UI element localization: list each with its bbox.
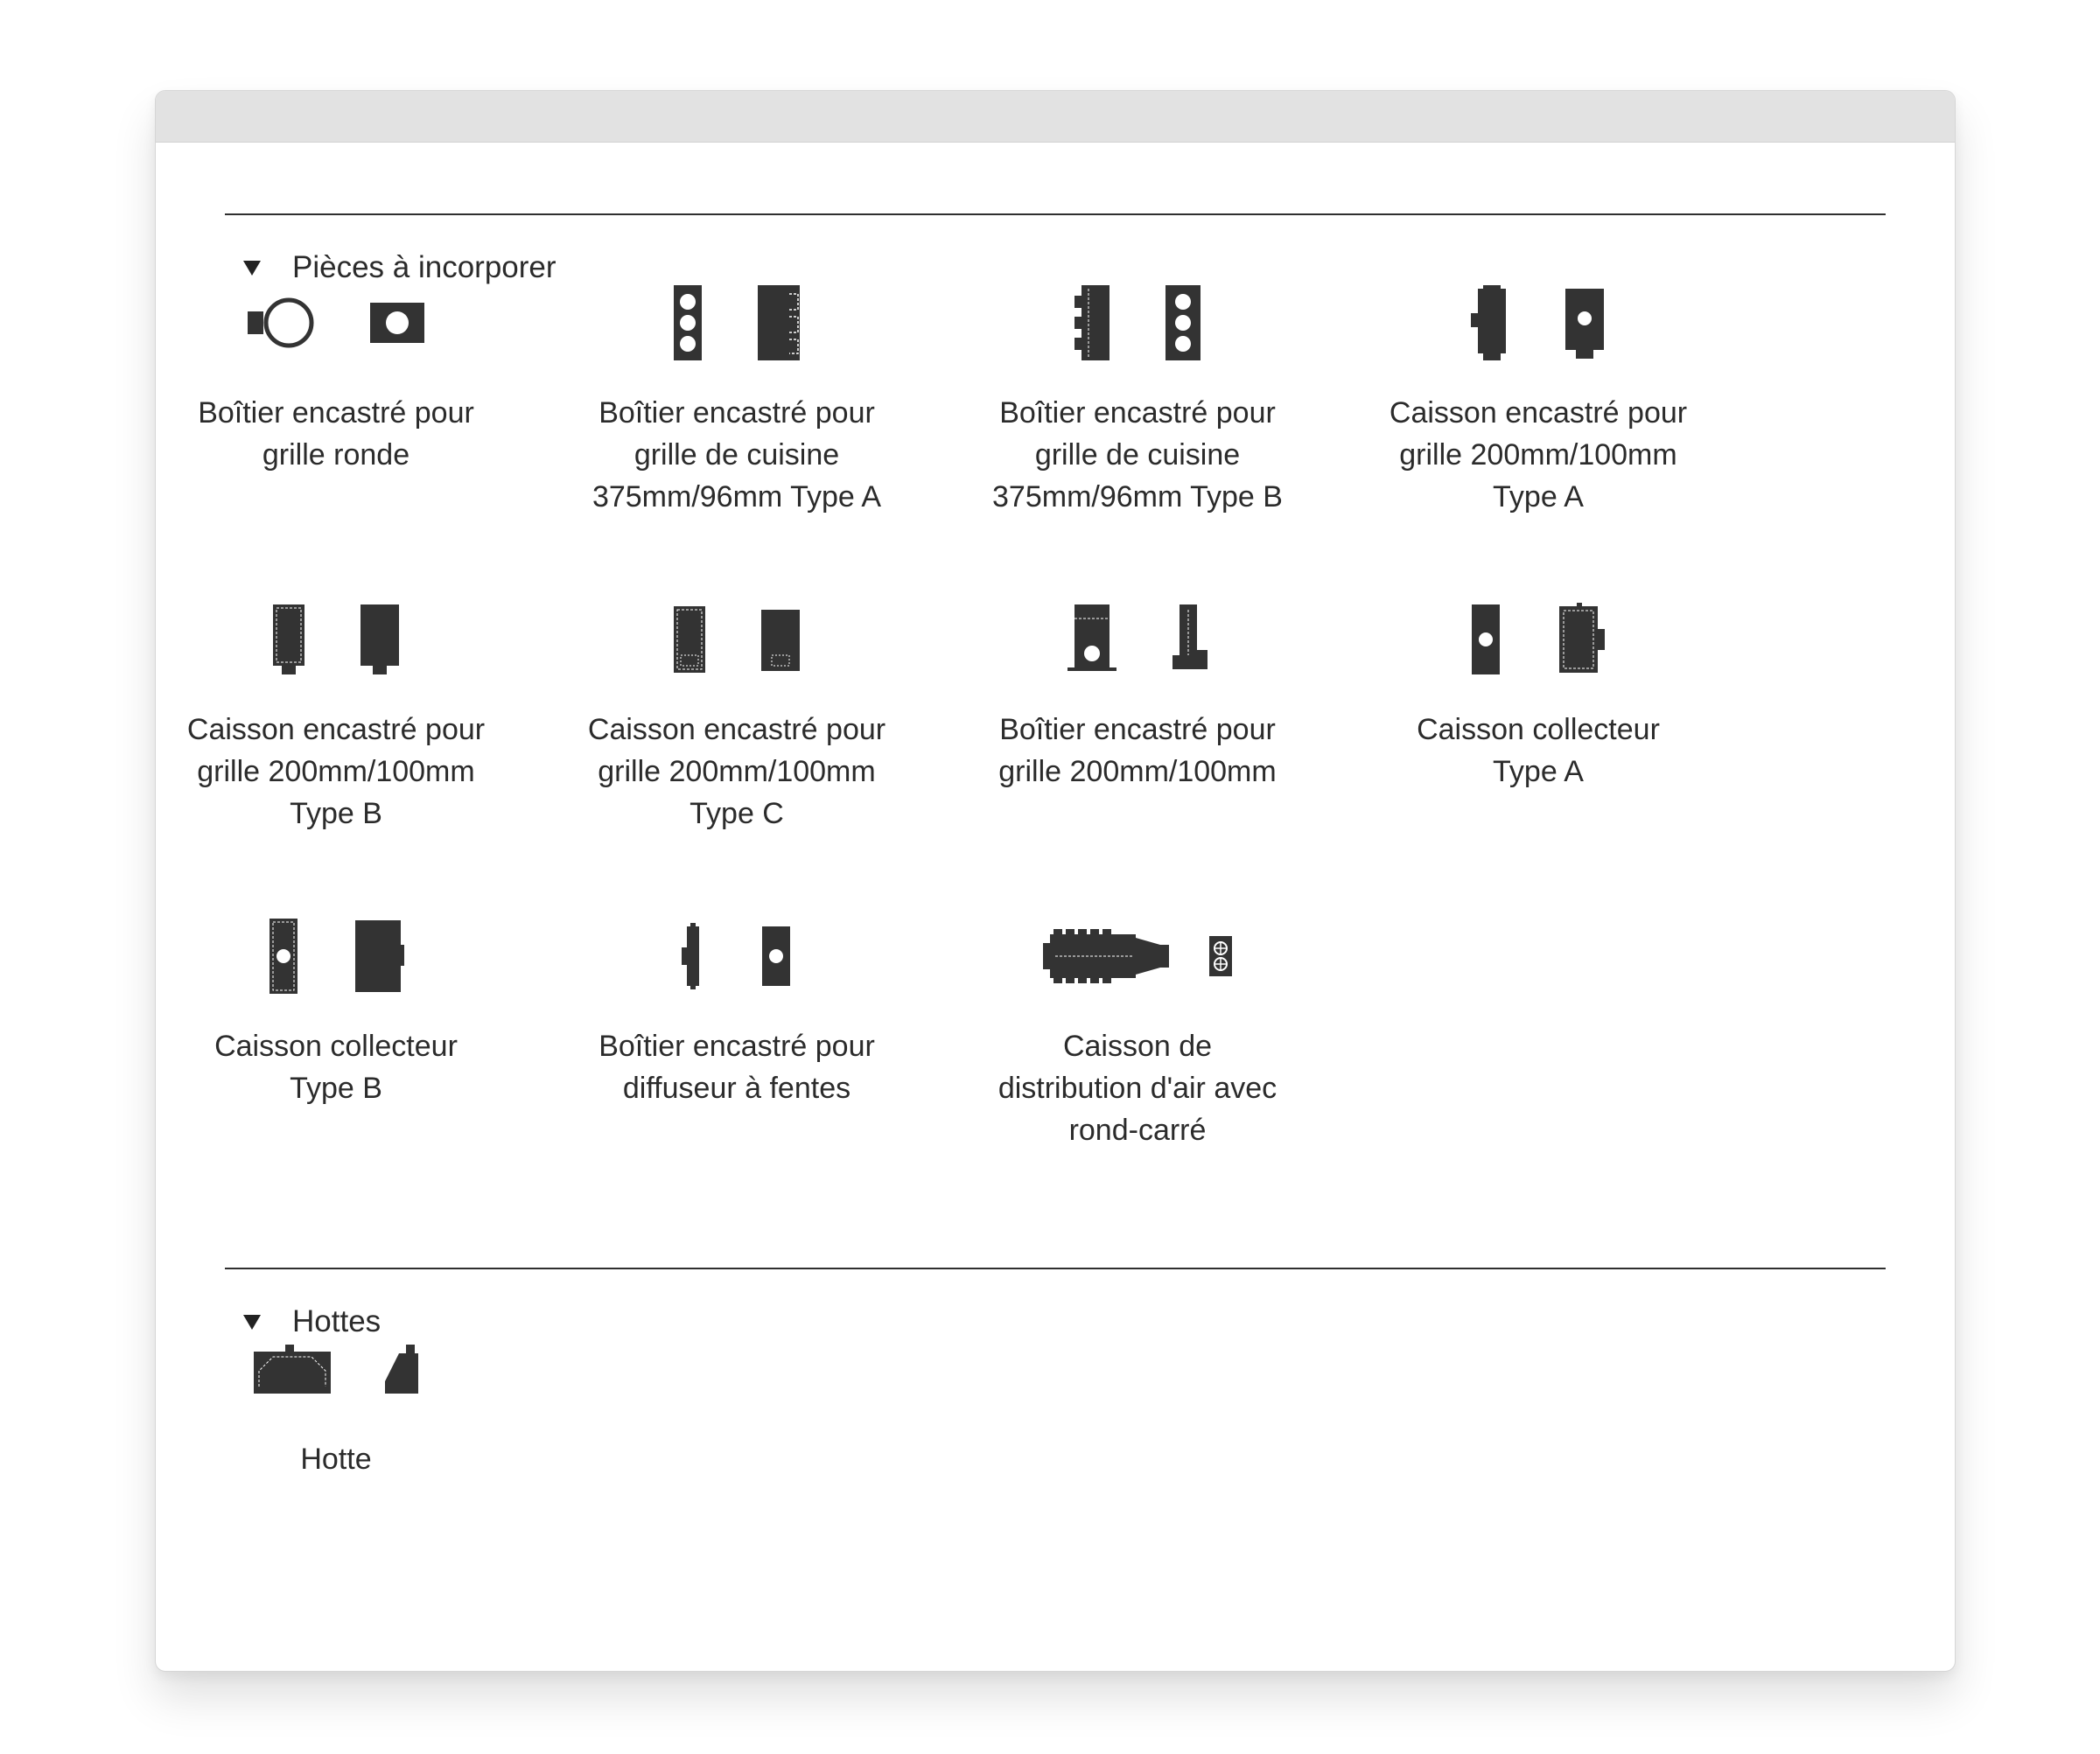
box-200-side-icon bbox=[1172, 604, 1208, 669]
caisson-c-front-icon bbox=[674, 606, 705, 673]
item-label: Boîtier encastré pour grille de cuisine … bbox=[592, 396, 882, 514]
window-titlebar[interactable] bbox=[156, 91, 1955, 143]
item-label: Hotte bbox=[300, 1443, 372, 1476]
item-label: Boîtier encastré pour grille 200mm/100mm bbox=[998, 713, 1277, 788]
kitchen-b-front-icon bbox=[1166, 285, 1200, 360]
item-label: Caisson encastré pour grille 200mm/100mm… bbox=[186, 713, 486, 830]
item-label: Boîtier encastré pour grille ronde bbox=[198, 396, 474, 472]
caisson-a-front-icon bbox=[1565, 289, 1604, 359]
item-label: Boîtier encastré pour grille de cuisine … bbox=[992, 396, 1283, 514]
item-label: Caisson encastré pour grille 200mm/100mm… bbox=[1389, 396, 1688, 514]
round-box-front-icon bbox=[370, 303, 424, 343]
library-item-caisson-c[interactable]: Caisson encastré pour grille 200mm/100mm… bbox=[544, 583, 929, 835]
library-item-box-200[interactable]: Boîtier encastré pour grille 200mm/100mm bbox=[945, 583, 1330, 793]
item-label: Caisson collecteur Type A bbox=[1417, 713, 1660, 788]
hood-side-icon bbox=[385, 1345, 418, 1394]
collector-a-front-icon bbox=[1472, 604, 1500, 674]
section-divider bbox=[225, 213, 1886, 215]
library-item-hood[interactable]: Hotte bbox=[156, 1312, 528, 1480]
caisson-b-front-icon bbox=[273, 604, 304, 674]
item-label: Boîtier encastré pour diffuseur à fentes bbox=[598, 1030, 875, 1105]
kitchen-a-front-icon bbox=[674, 285, 702, 360]
caisson-b-side-icon bbox=[360, 604, 399, 674]
library-window: Pièces à incorporer Boîtier encastré pou… bbox=[155, 90, 1956, 1672]
distribution-box-side-icon bbox=[1043, 929, 1169, 983]
library-item-kitchen-b[interactable]: Boîtier encastré pour grille de cuisine … bbox=[945, 266, 1330, 518]
hood-front-icon bbox=[254, 1345, 331, 1394]
distribution-box-front-icon bbox=[1209, 936, 1232, 976]
item-label: Caisson encastré pour grille 200mm/100mm… bbox=[587, 713, 886, 830]
item-label: Caisson de distribution d'air avec rond-… bbox=[998, 1030, 1278, 1147]
library-item-caisson-b[interactable]: Caisson encastré pour grille 200mm/100mm… bbox=[156, 583, 528, 835]
round-box-side-icon bbox=[248, 297, 314, 348]
collector-b-side-icon bbox=[355, 920, 404, 992]
slot-diffuser-side-icon bbox=[682, 923, 699, 989]
library-item-collector-a[interactable]: Caisson collecteur Type A bbox=[1346, 583, 1731, 793]
library-item-kitchen-a[interactable]: Boîtier encastré pour grille de cuisine … bbox=[544, 266, 929, 518]
caisson-a-side-icon bbox=[1471, 285, 1506, 360]
library-item-collector-b[interactable]: Caisson collecteur Type B bbox=[156, 899, 528, 1109]
library-item-round-box[interactable]: Boîtier encastré pour grille ronde bbox=[156, 266, 528, 476]
collector-a-side-icon bbox=[1559, 603, 1605, 673]
slot-diffuser-front-icon bbox=[762, 926, 790, 986]
library-item-slot-diffuser[interactable]: Boîtier encastré pour diffuseur à fentes bbox=[544, 899, 929, 1109]
collector-b-front-icon bbox=[270, 919, 298, 994]
box-200-front-icon bbox=[1068, 604, 1116, 671]
library-item-distribution-box[interactable]: Caisson de distribution d'air avec rond-… bbox=[945, 899, 1330, 1151]
section-divider bbox=[225, 1268, 1886, 1269]
item-label: Caisson collecteur Type B bbox=[214, 1030, 458, 1105]
library-item-caisson-a[interactable]: Caisson encastré pour grille 200mm/100mm… bbox=[1346, 266, 1731, 518]
kitchen-a-side-icon bbox=[758, 285, 800, 360]
kitchen-b-side-icon bbox=[1074, 285, 1110, 360]
caisson-c-side-icon bbox=[761, 610, 800, 671]
